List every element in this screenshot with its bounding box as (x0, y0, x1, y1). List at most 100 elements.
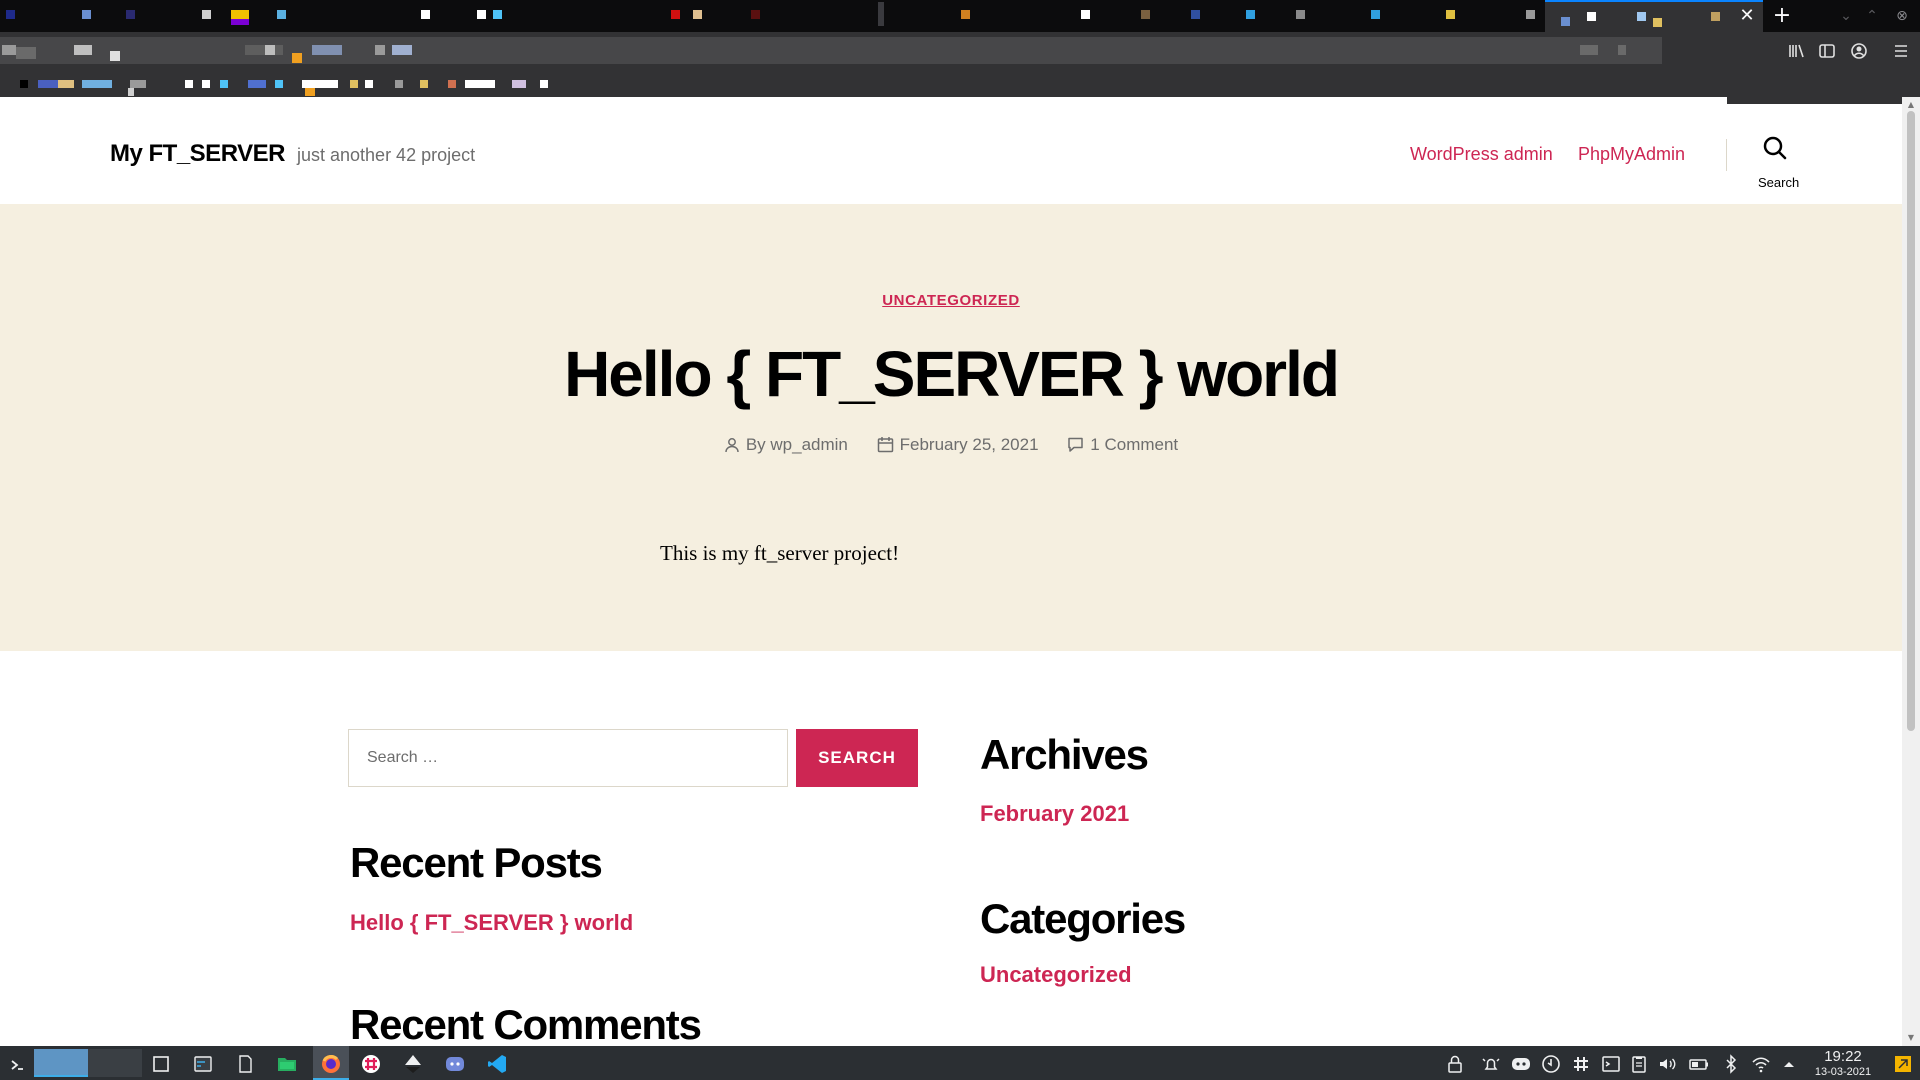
post-comments[interactable]: 1 Comment (1067, 435, 1178, 455)
file-manager-icon[interactable] (276, 1053, 298, 1075)
bookmark-item[interactable] (202, 80, 210, 88)
search-toggle-label[interactable]: Search (1758, 175, 1799, 190)
bookmark-item[interactable] (185, 80, 193, 88)
app-launcher-icon[interactable] (6, 1053, 28, 1075)
clock-date[interactable]: 13-03-2021 (1808, 1066, 1878, 1078)
terminal-icon[interactable] (1600, 1053, 1622, 1075)
battery-icon[interactable] (1688, 1053, 1710, 1075)
url-blur-block (2, 45, 16, 55)
bookmark-item[interactable] (512, 80, 526, 88)
archive-link[interactable]: February 2021 (980, 801, 1129, 827)
lock-icon[interactable] (1444, 1053, 1466, 1075)
browser-tab[interactable] (955, 0, 1015, 32)
firefox-icon[interactable] (320, 1053, 342, 1075)
bookmark-item[interactable] (350, 80, 358, 88)
browser-tab[interactable] (1365, 0, 1425, 32)
tab-favicon-icon (1653, 18, 1662, 27)
virtual-desktop-2[interactable] (88, 1049, 142, 1077)
slack-tray-icon[interactable] (1570, 1053, 1592, 1075)
search-input[interactable] (348, 729, 788, 787)
slack-icon[interactable] (360, 1053, 382, 1075)
browser-tab[interactable] (265, 0, 325, 32)
show-desktop-corner-icon[interactable] (1892, 1053, 1914, 1075)
url-bar[interactable] (0, 37, 1662, 64)
nav-link-phpmyadmin[interactable]: PhpMyAdmin (1578, 144, 1685, 165)
browser-tab[interactable] (1075, 0, 1135, 32)
bookmark-item[interactable] (248, 80, 266, 88)
bluetooth-icon[interactable] (1720, 1053, 1742, 1075)
tab-favicon-icon (751, 10, 760, 19)
bookmark-item[interactable] (540, 80, 548, 88)
post-author[interactable]: By wp_admin (724, 435, 848, 455)
scroll-thumb[interactable] (1907, 111, 1915, 731)
clipboard-icon[interactable] (1628, 1053, 1650, 1075)
library-icon[interactable] (1785, 40, 1807, 62)
text-editor-icon[interactable] (234, 1053, 256, 1075)
nav-link-wordpress-admin[interactable]: WordPress admin (1410, 144, 1553, 165)
updates-icon[interactable] (1540, 1053, 1562, 1075)
search-toggle-button[interactable] (1752, 135, 1788, 161)
show-desktop-icon[interactable] (150, 1053, 172, 1075)
browser-tab-active[interactable] (1545, 0, 1763, 32)
browser-tab[interactable] (1290, 0, 1350, 32)
discord-tray-icon[interactable] (1510, 1053, 1532, 1075)
notifications-icon[interactable] (1480, 1053, 1502, 1075)
bookmark-item[interactable] (128, 88, 134, 96)
browser-tab[interactable] (1440, 0, 1500, 32)
category-widget-link[interactable]: Uncategorized (980, 962, 1132, 988)
clock-time[interactable]: 19:22 (1820, 1048, 1866, 1065)
url-blur-block (110, 51, 120, 61)
bookmark-item[interactable] (220, 80, 228, 88)
browser-tab[interactable] (475, 0, 535, 32)
vscode-icon[interactable] (486, 1053, 508, 1075)
site-description: just another 42 project (297, 145, 476, 165)
minimize-icon[interactable]: ⌄ (1836, 6, 1856, 26)
scroll-down-icon[interactable]: ▼ (1906, 1033, 1916, 1042)
wifi-icon[interactable] (1750, 1053, 1772, 1075)
browser-tab[interactable] (415, 0, 475, 32)
recent-post-link[interactable]: Hello { FT_SERVER } world (350, 910, 633, 936)
browser-tab[interactable] (225, 0, 265, 32)
browser-tab[interactable] (120, 0, 180, 32)
tray-expand-icon[interactable] (1778, 1053, 1800, 1075)
bookmark-item[interactable] (275, 80, 283, 88)
browser-tab[interactable] (665, 0, 725, 32)
browser-tab[interactable] (745, 0, 805, 32)
bookmark-item[interactable] (82, 80, 112, 88)
maximize-icon[interactable]: ⌃ (1862, 6, 1882, 26)
bookmark-item[interactable] (302, 80, 338, 88)
bookmark-item[interactable] (365, 80, 373, 88)
sidebar-icon[interactable] (1816, 40, 1838, 62)
bookmark-item[interactable] (305, 88, 315, 96)
inkscape-icon[interactable] (402, 1053, 424, 1075)
tab-favicon-icon (421, 10, 430, 19)
url-blur-block (312, 45, 342, 55)
new-tab-button[interactable]: + (1770, 4, 1794, 28)
scroll-up-icon[interactable]: ▲ (1906, 100, 1916, 109)
bookmark-item[interactable] (130, 80, 146, 88)
site-title[interactable]: My FT_SERVER (110, 140, 285, 168)
bookmark-item[interactable] (448, 80, 456, 88)
system-settings-icon[interactable] (192, 1053, 214, 1075)
bookmark-item[interactable] (395, 80, 403, 88)
browser-tab[interactable] (1520, 0, 1545, 32)
browser-tab[interactable] (1185, 0, 1245, 32)
window-close-icon[interactable]: ⊗ (1892, 6, 1912, 26)
browser-tab[interactable] (60, 0, 120, 32)
close-tab-icon[interactable]: ✕ (1737, 6, 1757, 26)
calendar-icon (877, 436, 893, 452)
bookmark-item[interactable] (420, 80, 428, 88)
bookmark-item[interactable] (58, 80, 74, 88)
search-submit-button[interactable]: SEARCH (796, 729, 918, 787)
bookmark-item[interactable] (20, 80, 28, 88)
account-icon[interactable] (1848, 40, 1870, 62)
discord-icon[interactable] (444, 1053, 466, 1075)
page-scrollbar[interactable]: ▲ ▼ (1902, 97, 1920, 1046)
bookmark-item[interactable] (465, 80, 495, 88)
menu-icon[interactable] (1890, 40, 1912, 62)
volume-icon[interactable] (1656, 1053, 1678, 1075)
virtual-desktop-1[interactable] (34, 1049, 88, 1077)
post-date[interactable]: February 25, 2021 (877, 435, 1039, 455)
category-link[interactable]: UNCATEGORIZED (882, 292, 1020, 309)
browser-tab[interactable] (0, 0, 60, 32)
